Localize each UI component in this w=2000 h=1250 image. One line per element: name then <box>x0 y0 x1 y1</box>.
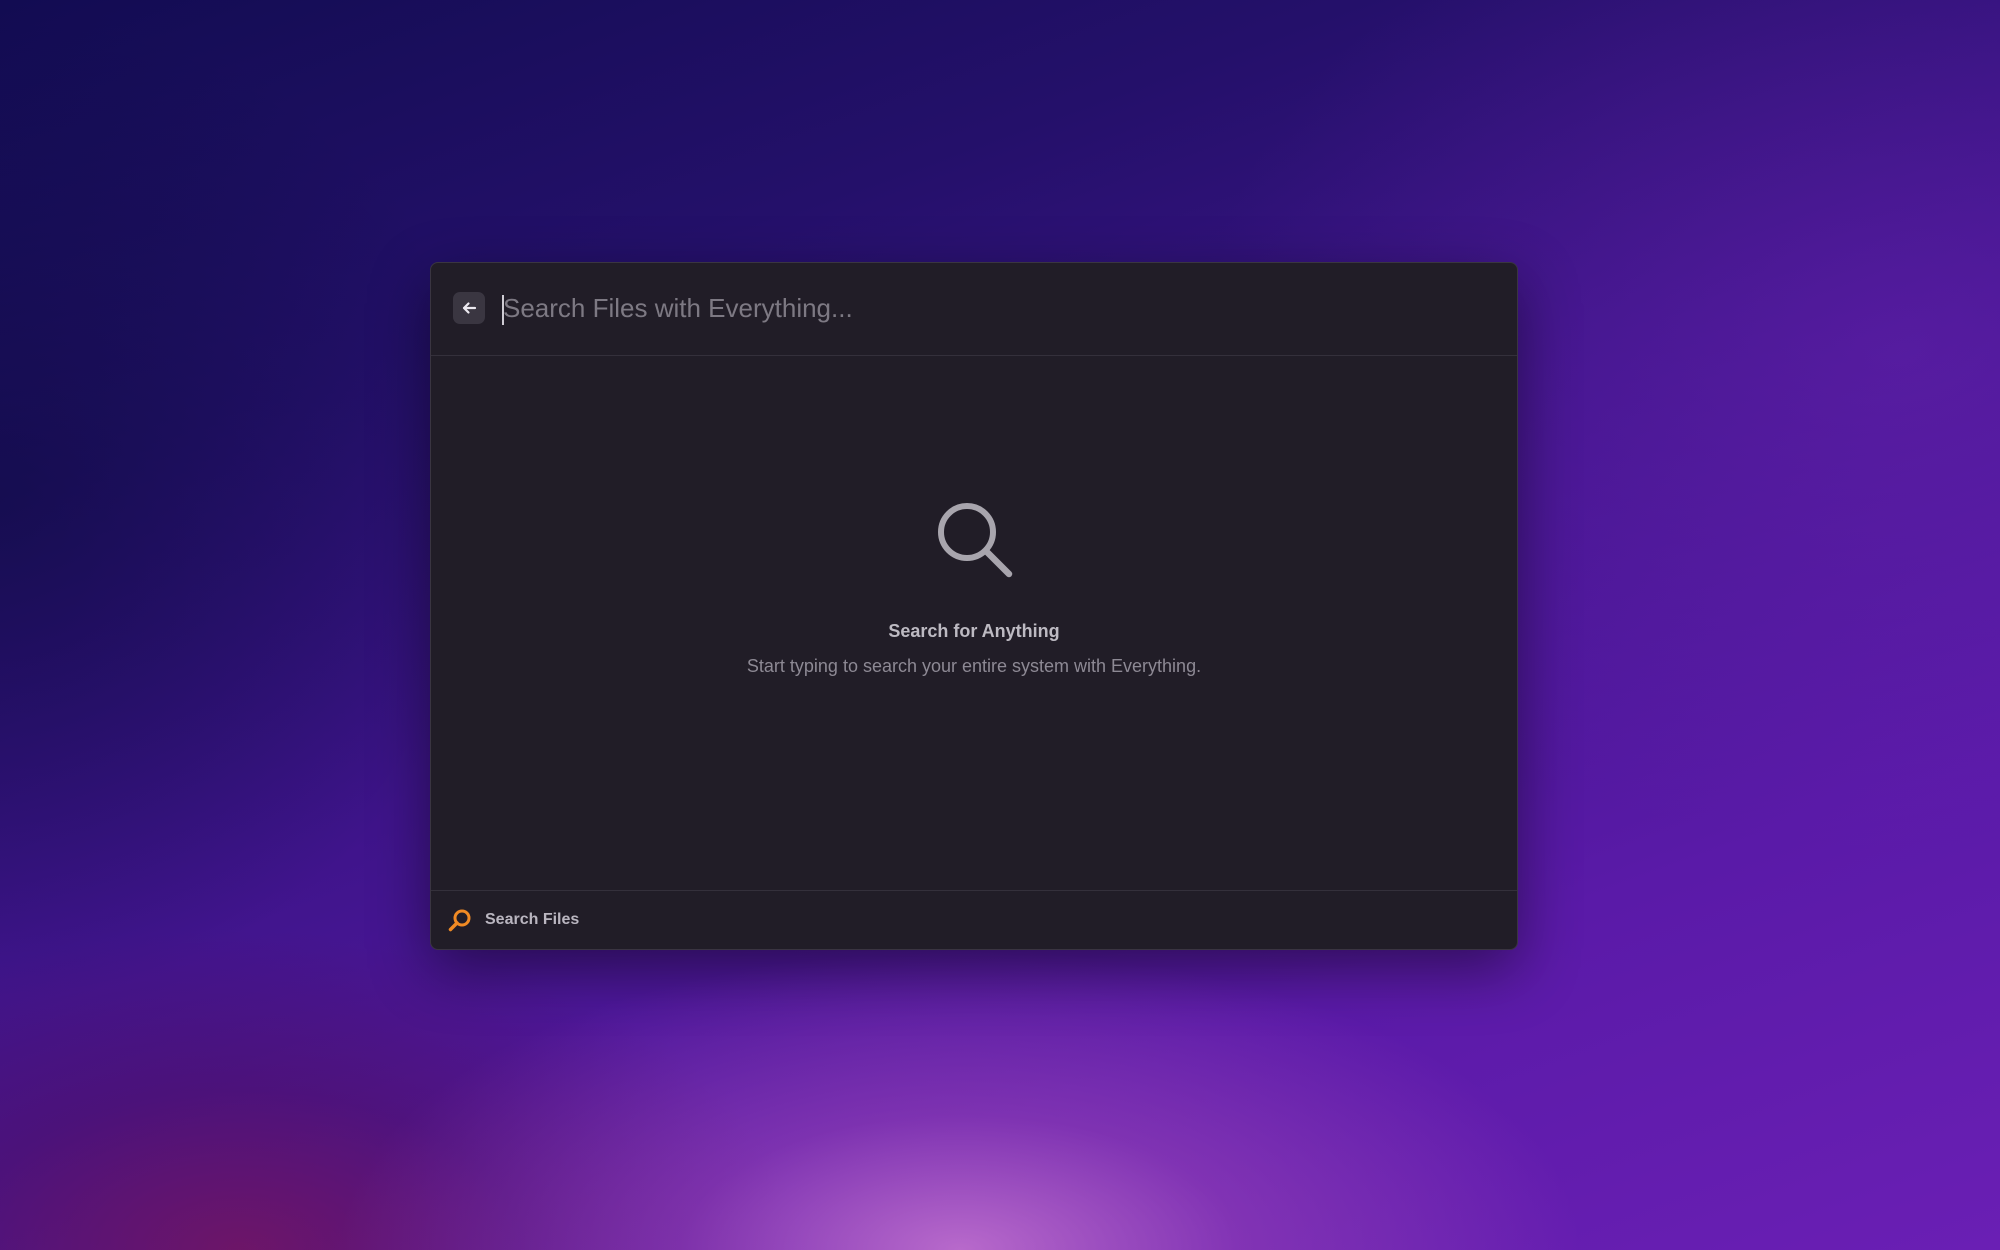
search-header <box>431 263 1517 356</box>
search-icon <box>938 503 1013 578</box>
search-window: Search for Anything Start typing to sear… <box>430 262 1518 950</box>
footer-label: Search Files <box>485 911 580 928</box>
empty-state-subtitle: Start typing to search your entire syste… <box>746 656 1202 676</box>
search-icon <box>448 909 471 932</box>
search-input[interactable] <box>501 285 1493 331</box>
footer-bar: Search Files <box>431 890 1517 949</box>
text-caret <box>502 295 504 325</box>
arrow-left-icon <box>462 302 477 314</box>
empty-state-title: Search for Anything <box>888 621 1060 641</box>
back-button[interactable] <box>453 292 485 324</box>
empty-state: Search for Anything Start typing to sear… <box>431 356 1517 890</box>
